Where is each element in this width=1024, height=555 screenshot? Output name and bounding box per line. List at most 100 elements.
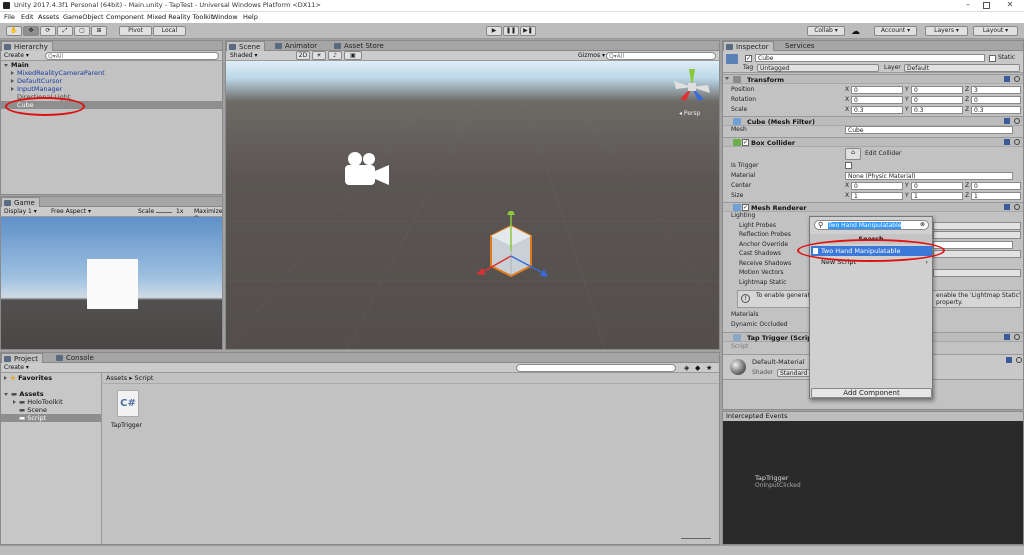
hand-tool-button[interactable]: ✋ [6,26,22,36]
account-button[interactable]: Account ▾ [874,26,917,36]
active-checkbox[interactable]: ✓ [745,55,752,62]
rotate-tool-button[interactable]: ⟳ [40,26,56,36]
help-icon[interactable] [1004,334,1010,340]
reflection-probes-field[interactable] [933,231,1021,239]
pivot-button[interactable]: Pivot [119,26,152,36]
menu-window[interactable]: Window [212,13,238,21]
filter-type-icon[interactable]: ◈ [684,364,689,372]
cube-gizmo[interactable] [466,211,566,291]
is-trigger-checkbox[interactable] [845,162,852,169]
effects-toggle-icon[interactable]: ▣ [344,51,362,60]
menu-assets[interactable]: Assets [38,13,59,21]
gear-icon[interactable] [1014,204,1020,210]
tab-project[interactable]: Project [1,353,43,363]
help-icon[interactable] [1004,204,1010,210]
rotation-z[interactable]: 0 [971,96,1021,104]
position-z[interactable]: 3 [971,86,1021,94]
box-collider-checkbox[interactable]: ✓ [742,139,749,146]
mesh-filter-header[interactable]: Cube (Mesh Filter) [723,116,1023,126]
tab-animator[interactable]: Animator [273,41,321,51]
tab-inspector[interactable]: Inspector [723,41,774,51]
help-icon[interactable] [1006,357,1012,363]
hierarchy-create-button[interactable]: Create ▾ [4,52,29,59]
assets-folder[interactable]: ▬ Assets [4,390,44,398]
center-y[interactable]: 0 [911,182,963,190]
move-tool-button[interactable]: ✥ [23,26,39,36]
local-button[interactable]: Local [153,26,186,36]
mesh-renderer-checkbox[interactable]: ✓ [742,204,749,211]
tab-console[interactable]: Console [54,353,98,363]
cast-shadows-field[interactable] [933,250,1021,258]
materials-label[interactable]: Materials [731,311,759,319]
object-name-input[interactable]: Cube [755,54,985,62]
tab-game[interactable]: Game [1,197,40,207]
menu-help[interactable]: Help [243,13,258,21]
center-z[interactable]: 0 [971,182,1021,190]
tab-scene[interactable]: Scene [226,41,266,51]
clear-search-icon[interactable]: ⊗ [920,221,925,228]
position-x[interactable]: 0 [851,86,903,94]
shading-select[interactable]: Shaded ▾ [230,52,290,59]
zoom-slider[interactable] [681,538,711,539]
hierarchy-scene-root[interactable]: Main [4,61,219,69]
size-x[interactable]: 1 [851,192,903,200]
layout-button[interactable]: Layout ▾ [973,26,1018,36]
maximize-button[interactable] [983,2,990,9]
scale-tool-button[interactable]: ⤢ [57,26,73,36]
rotation-x[interactable]: 0 [851,96,903,104]
light-probes-field[interactable] [933,222,1021,230]
menu-mrtk[interactable]: Mixed Reality Toolkit [147,13,213,21]
lighting-toggle-icon[interactable]: ☀ [312,51,326,60]
minimize-button[interactable]: – [962,0,974,11]
project-search-input[interactable] [516,364,676,372]
help-icon[interactable] [1004,118,1010,124]
gear-icon[interactable] [1014,334,1020,340]
scale-x[interactable]: 0.3 [851,106,903,114]
hierarchy-search-input[interactable]: Q▾All [45,52,219,60]
scale-z[interactable]: 0.3 [971,106,1021,114]
folder-item[interactable]: ▬ Scene [19,406,47,414]
aspect-select[interactable]: Free Aspect ▾ [51,208,133,215]
scene-viewport[interactable]: ◂ Persp [226,61,719,349]
rotation-y[interactable]: 0 [911,96,963,104]
anchor-override-field[interactable] [933,241,1013,249]
layer-select[interactable]: Default [904,64,1020,72]
menu-gameobject[interactable]: GameObject [63,13,104,21]
project-breadcrumb[interactable]: Assets ▸ Script [106,374,153,382]
pause-button[interactable]: ❚❚ [503,26,519,36]
center-x[interactable]: 0 [851,182,903,190]
collider-material-field[interactable]: None (Physic Material) [845,172,1013,180]
play-button[interactable]: ▶ [486,26,502,36]
box-collider-header[interactable]: ✓ Box Collider [723,137,1023,147]
persp-label[interactable]: ◂ Persp [679,110,700,117]
menu-edit[interactable]: Edit [21,13,34,21]
step-button[interactable]: ▶❚ [520,26,536,36]
tab-services[interactable]: Services [773,41,819,51]
position-y[interactable]: 0 [911,86,963,94]
filter-label-icon[interactable]: ◆ [695,364,700,372]
hierarchy-item[interactable]: DefaultCursor [11,77,62,85]
gizmos-select[interactable]: Gizmos ▾ [578,52,605,59]
orientation-gizmo-icon[interactable] [672,67,712,107]
menu-component[interactable]: Component [106,13,144,21]
tab-hierarchy[interactable]: Hierarchy [1,41,53,51]
folder-item[interactable]: ▬ HoloToolkit [13,398,63,406]
favorites-item[interactable]: ★ Favorites [4,374,52,382]
gear-icon[interactable] [1014,118,1020,124]
static-checkbox[interactable] [989,55,996,62]
project-create-button[interactable]: Create ▾ [4,364,29,371]
collab-button[interactable]: Collab ▾ [807,26,845,36]
menu-file[interactable]: File [4,13,15,21]
layers-button[interactable]: Layers ▾ [925,26,968,36]
star-icon[interactable]: ★ [706,364,712,372]
help-icon[interactable] [1004,139,1010,145]
motion-vectors-field[interactable] [933,269,1021,277]
scale-slider[interactable] [156,212,172,213]
hierarchy-item[interactable]: MixedRealityCameraParent [11,69,105,77]
scale-y[interactable]: 0.3 [911,106,963,114]
gear-icon[interactable] [1014,139,1020,145]
transform-header[interactable]: Transform [723,74,1023,84]
game-viewport[interactable] [1,217,222,349]
display-select[interactable]: Display 1 ▾ [4,208,37,215]
mesh-field[interactable]: Cube [845,126,1013,134]
